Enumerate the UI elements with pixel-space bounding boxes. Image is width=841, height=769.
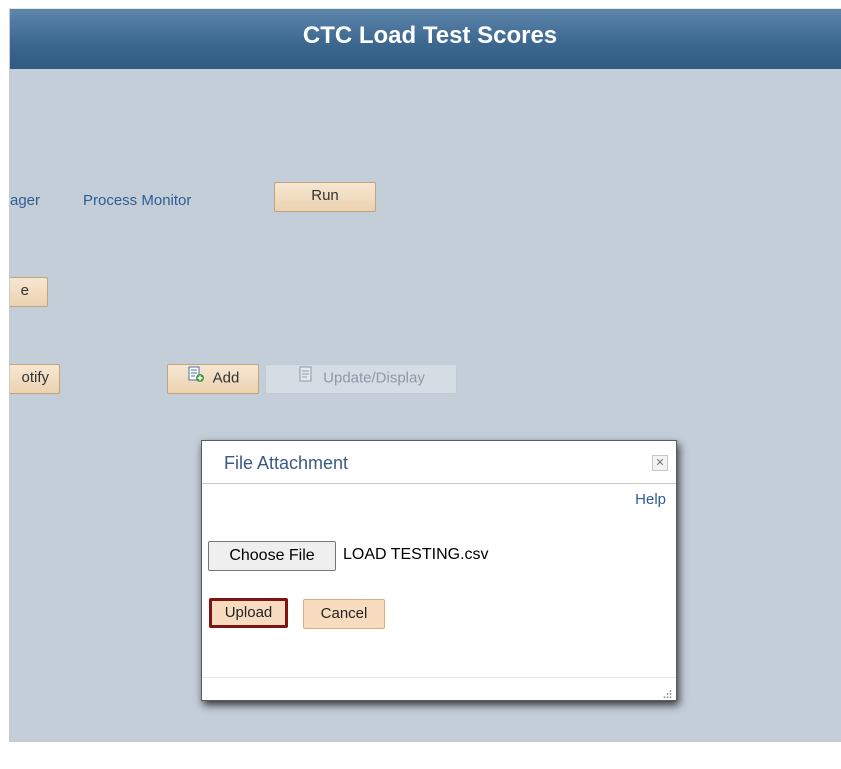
- page-header: CTC Load Test Scores: [10, 9, 841, 69]
- update-display-button[interactable]: Update/Display: [265, 364, 457, 394]
- resize-grip-icon[interactable]: [662, 686, 672, 699]
- notify-button-label: otify: [21, 369, 49, 386]
- dialog-footer-divider: [202, 677, 676, 678]
- notify-button[interactable]: otify: [10, 364, 60, 394]
- upload-button[interactable]: Upload: [209, 598, 288, 628]
- dialog-title: File Attachment: [224, 453, 349, 473]
- choose-file-button[interactable]: Choose File: [208, 541, 336, 571]
- run-button-label: Run: [311, 187, 339, 204]
- add-button[interactable]: Add: [167, 364, 259, 394]
- process-scheduler-link[interactable]: ager: [10, 192, 40, 209]
- dialog-divider: [202, 483, 676, 484]
- file-attachment-dialog: File Attachment ✕ Help Choose File LOAD …: [201, 440, 677, 701]
- page-title: CTC Load Test Scores: [302, 22, 558, 49]
- partial-button-1-label: e: [20, 282, 29, 299]
- close-icon[interactable]: ✕: [652, 455, 668, 471]
- upload-button-label: Upload: [224, 604, 273, 621]
- cancel-button-label: Cancel: [320, 605, 368, 622]
- add-document-icon: [187, 365, 205, 392]
- selected-file-name: LOAD TESTING.csv: [343, 546, 489, 563]
- partial-button-1[interactable]: e: [10, 277, 48, 307]
- cancel-button[interactable]: Cancel: [303, 599, 385, 629]
- update-document-icon: [297, 365, 315, 392]
- help-link[interactable]: Help: [635, 491, 666, 508]
- update-display-button-label: Update/Display: [323, 369, 425, 387]
- process-monitor-link[interactable]: Process Monitor: [83, 192, 191, 209]
- run-button[interactable]: Run: [274, 182, 376, 212]
- add-button-label: Add: [212, 369, 240, 387]
